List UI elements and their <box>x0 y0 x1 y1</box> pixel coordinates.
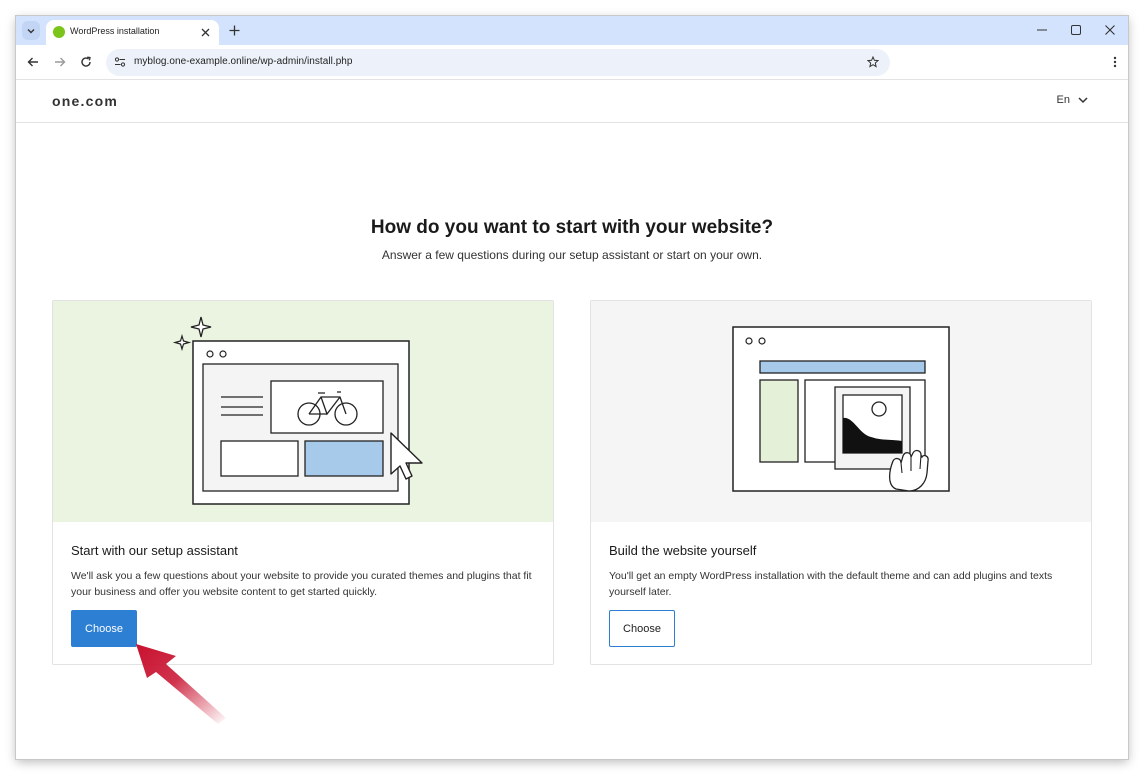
tab-title: WordPress installation <box>70 26 160 36</box>
reload-icon[interactable] <box>79 55 93 69</box>
card-title: Build the website yourself <box>609 543 757 558</box>
language-label: En <box>1056 94 1070 106</box>
minimize-icon[interactable] <box>1036 24 1048 36</box>
card-title: Start with our setup assistant <box>71 543 238 558</box>
card-description: You'll get an empty WordPress installati… <box>609 570 1053 598</box>
url-text[interactable]: myblog.one-example.online/wp-admin/insta… <box>134 56 353 67</box>
forward-icon[interactable] <box>53 55 67 69</box>
close-window-icon[interactable] <box>1104 24 1116 36</box>
browser-toolbar: myblog.one-example.online/wp-admin/insta… <box>16 45 1128 80</box>
address-bar[interactable]: myblog.one-example.online/wp-admin/insta… <box>106 49 890 76</box>
card-description: We'll ask you a few questions about your… <box>71 570 532 598</box>
tab-bar: WordPress installation <box>16 16 1128 45</box>
logo[interactable]: one.com <box>52 93 118 109</box>
plus-icon[interactable] <box>227 23 241 37</box>
build-yourself-card: Build the website yourself You'll get an… <box>590 300 1092 665</box>
tab-search-icon[interactable] <box>22 21 40 40</box>
page-subtitle: Answer a few questions during our setup … <box>381 248 763 262</box>
browser-window: WordPress installation myblog.one-exampl… <box>16 16 1128 759</box>
chevron-down-icon <box>1078 96 1088 103</box>
close-icon[interactable] <box>199 26 211 38</box>
browser-tab[interactable]: WordPress installation <box>46 20 219 45</box>
kebab-menu-icon[interactable] <box>1112 55 1118 69</box>
page-title: How do you want to start with your websi… <box>370 217 774 238</box>
site-header: one.com En <box>16 80 1128 123</box>
star-icon[interactable] <box>866 55 880 69</box>
site-info-icon[interactable] <box>114 56 126 68</box>
setup-assistant-card: Start with our setup assistant We'll ask… <box>52 300 554 665</box>
choose-setup-assistant-button[interactable]: Choose <box>71 610 137 647</box>
favicon <box>53 26 65 38</box>
build-yourself-illustration <box>591 301 1091 522</box>
back-icon[interactable] <box>26 55 40 69</box>
choose-build-yourself-button[interactable]: Choose <box>609 610 675 647</box>
maximize-icon[interactable] <box>1070 24 1082 36</box>
language-selector[interactable]: En <box>1057 94 1088 106</box>
setup-assistant-illustration <box>53 301 553 522</box>
